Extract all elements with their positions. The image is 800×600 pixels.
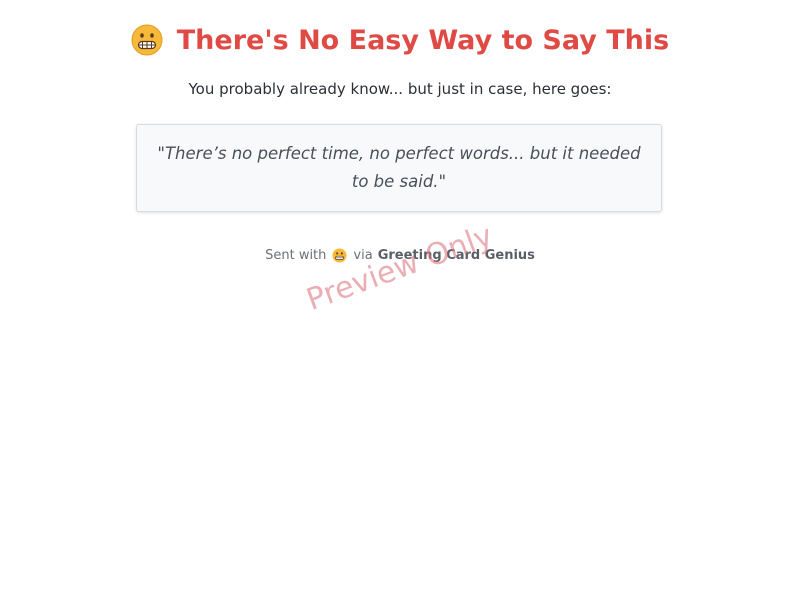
grimacing-face-icon xyxy=(131,24,163,56)
card-subtitle: You probably already know... but just in… xyxy=(188,80,612,98)
footer-prefix: Sent with xyxy=(265,248,327,263)
quote-text: "There’s no perfect time, no perfect wor… xyxy=(157,144,641,191)
card-preview-page: There's No Easy Way to Say This You prob… xyxy=(0,0,800,600)
quote-box: "There’s no perfect time, no perfect wor… xyxy=(136,124,662,212)
preview-watermark: Preview Only xyxy=(302,218,498,318)
card-title: There's No Easy Way to Say This xyxy=(0,24,800,60)
grimacing-face-icon xyxy=(332,248,347,263)
card-title-text: There's No Easy Way to Say This xyxy=(176,24,670,56)
